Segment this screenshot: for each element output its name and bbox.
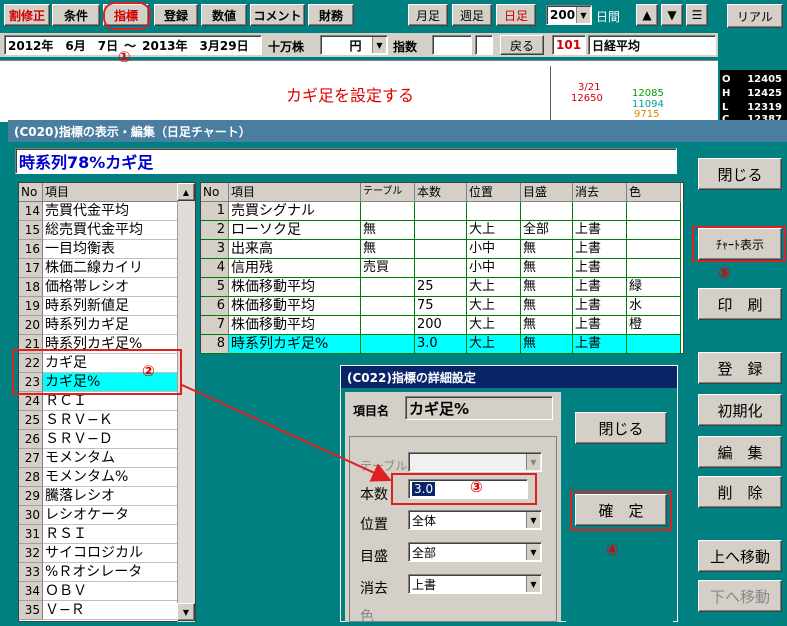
annotation-arrow xyxy=(181,384,392,482)
